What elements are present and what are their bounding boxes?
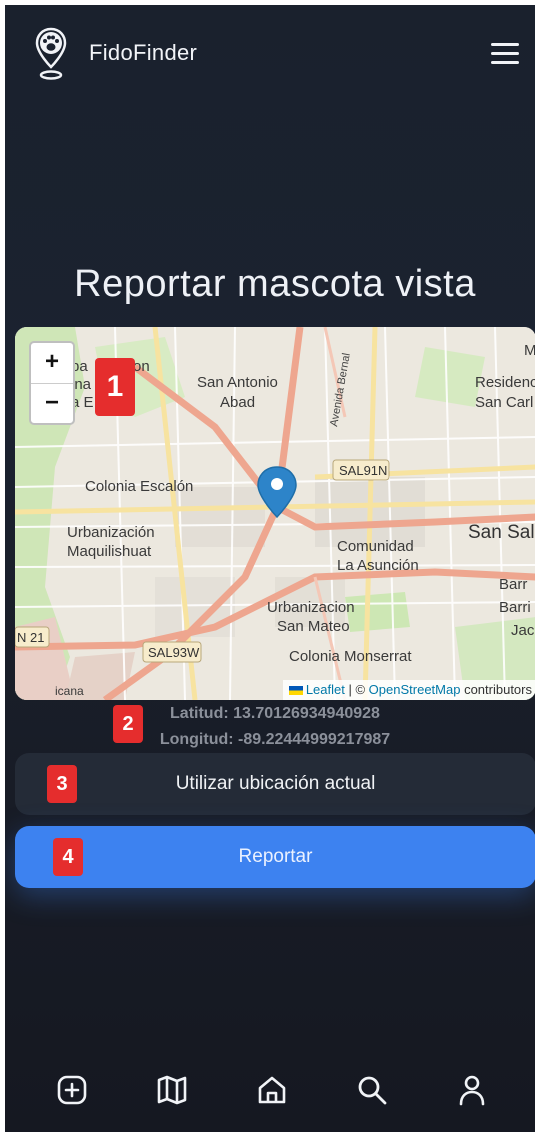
map-label: Colonia Escalón (85, 478, 193, 495)
page-title: Reportar mascota vista (74, 263, 476, 305)
home-icon[interactable] (255, 1073, 295, 1113)
map-label: Urbanizacion (267, 599, 355, 616)
latitude-text: Latitud: 13.70126934940928 (170, 705, 380, 722)
map-label: Comunidad (337, 538, 414, 555)
zoom-control: + − (29, 341, 75, 425)
report-button[interactable]: Reportar (15, 826, 535, 888)
annotation-badge-4: 4 (53, 838, 83, 876)
map-label: Urbanización (67, 524, 155, 541)
longitude-text: Longitud: -89.22444999217987 (159, 731, 391, 748)
map-label: Residenc (475, 374, 535, 391)
map-label: on (133, 358, 150, 375)
map-icon[interactable] (155, 1073, 195, 1113)
map-label: Barri (499, 599, 531, 616)
map-label: Maquilishuat (67, 543, 152, 560)
zoom-out-button[interactable]: − (31, 384, 73, 423)
road-shield: SAL91N (339, 463, 387, 478)
map-tiles[interactable]: ba ina a E on San Antonio Abad Residenc … (15, 327, 535, 700)
map-label: Colonia Monserrat (289, 648, 412, 665)
attribution-contributors: contributors (460, 682, 532, 697)
annotation-badge-3: 3 (47, 765, 77, 803)
bottom-nav (5, 1065, 535, 1125)
map-label: Jac (511, 622, 535, 639)
road-shield: SAL93W (148, 645, 200, 660)
header: FidoFinder (5, 5, 535, 105)
map-label: San Carl (475, 394, 533, 411)
app-title: FidoFinder (89, 40, 198, 65)
road-shield: N 21 (17, 630, 44, 645)
zoom-in-button[interactable]: + (31, 343, 73, 384)
map-label: Abad (220, 394, 255, 411)
annotation-badge-1: 1 (95, 358, 135, 416)
add-report-icon[interactable] (55, 1073, 95, 1113)
ukraine-flag-icon (288, 686, 303, 695)
attribution-separator: | © (344, 682, 369, 697)
map-label: San Mateo (277, 618, 350, 635)
paw-pin-icon[interactable] (35, 27, 67, 83)
app-screen: FidoFinder Reportar mascota vista ba ina… (5, 5, 535, 1132)
hamburger-menu-icon[interactable] (489, 39, 523, 69)
map-attribution: Leaflet | © OpenStreetMap contributors (282, 680, 535, 700)
annotation-badge-2: 2 (113, 705, 143, 743)
search-icon[interactable] (355, 1073, 395, 1113)
use-current-location-button[interactable]: Utilizar ubicación actual (15, 753, 535, 815)
map-label: San Antonio (197, 374, 278, 391)
map-label: La Asunción (337, 557, 419, 574)
leaflet-link[interactable]: Leaflet (306, 682, 345, 697)
map-label: Barr (499, 576, 527, 593)
map-label-city: San Sal (468, 522, 535, 543)
map-label: icana (55, 684, 84, 698)
openstreetmap-link[interactable]: OpenStreetMap (369, 682, 461, 697)
map-view[interactable]: ba ina a E on San Antonio Abad Residenc … (15, 327, 535, 700)
map-label: M (524, 342, 535, 359)
user-icon[interactable] (455, 1073, 495, 1113)
